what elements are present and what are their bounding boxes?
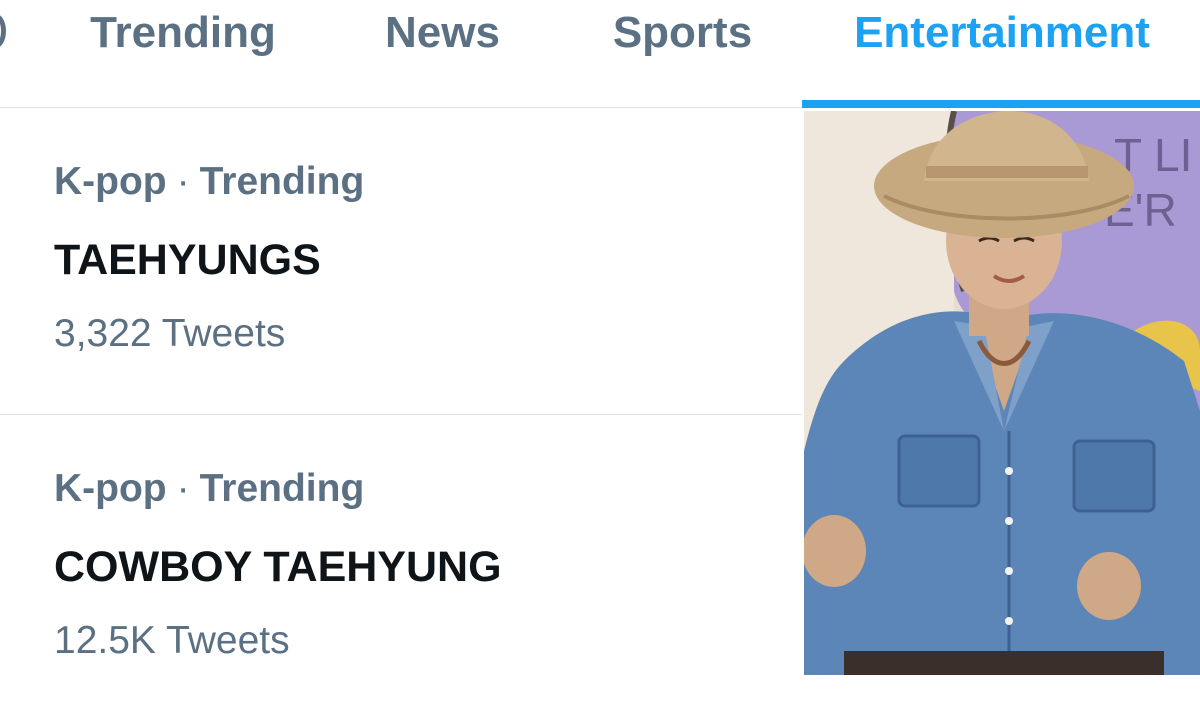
trend-topic[interactable]: TAEHYUNGS — [54, 236, 321, 285]
trend-item[interactable]: K-pop · Trending COWBOY TAEHYUNG 12.5K Twe… — [0, 415, 802, 722]
meta-separator: · — [176, 160, 190, 203]
active-tab-indicator — [802, 100, 1200, 108]
cowboy-photo-illustration: T LI E'R — [804, 111, 1200, 675]
tab-trending[interactable]: Trending — [70, 0, 296, 108]
trend-meta: K-pop · Trending — [54, 160, 364, 204]
trend-meta: K-pop · Trending — [54, 467, 364, 511]
trend-media-image[interactable]: T LI E'R — [804, 111, 1200, 675]
partial-icon — [0, 14, 6, 48]
trend-tweet-count: 12.5K Tweets — [54, 619, 290, 662]
tab-sports[interactable]: Sports — [595, 0, 770, 108]
tab-news[interactable]: News — [360, 0, 525, 108]
trend-tweet-count: 3,322 Tweets — [54, 312, 286, 355]
trend-status: Trending — [199, 160, 365, 203]
trend-context: K-pop — [54, 160, 167, 203]
tab-entertainment[interactable]: Entertainment — [832, 0, 1172, 108]
explore-tab-bar: Trending News Sports Entertainment — [0, 0, 1200, 108]
trend-status: Trending — [199, 467, 365, 510]
trend-topic[interactable]: COWBOY TAEHYUNG — [54, 543, 502, 592]
trend-context: K-pop — [54, 467, 167, 510]
meta-separator: · — [176, 467, 190, 510]
trend-item[interactable]: K-pop · Trending TAEHYUNGS 3,322 Tweets — [0, 108, 802, 415]
